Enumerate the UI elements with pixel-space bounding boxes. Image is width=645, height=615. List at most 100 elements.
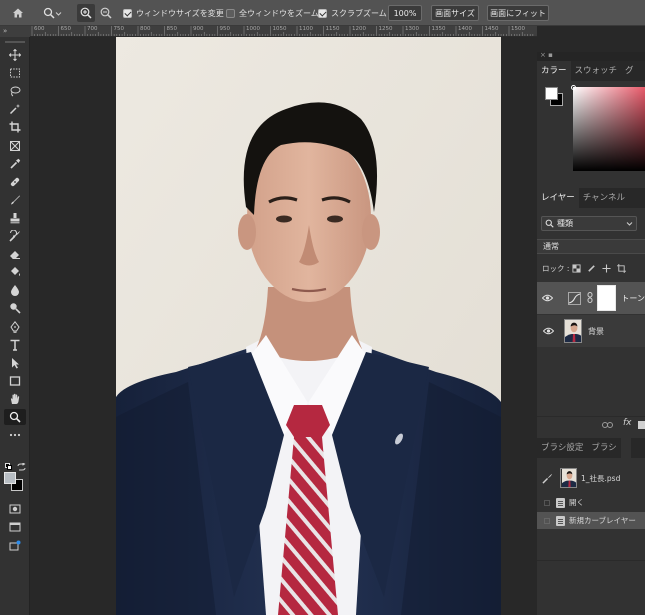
visibility-eye-icon[interactable] [542,294,554,302]
lock-pixels-icon[interactable] [587,264,596,273]
collapse-panels-icon[interactable]: × ▪ [540,51,553,59]
layer-thumbnail[interactable] [564,319,582,343]
tool-eyedropper[interactable] [4,156,26,172]
tool-path-select[interactable] [4,355,26,371]
checkbox[interactable] [318,9,327,18]
ruler-corner-collapse[interactable]: » [0,26,30,37]
tool-pen[interactable] [4,319,26,335]
tool-dodge[interactable] [4,300,26,316]
chevron-down-icon [55,11,61,16]
scrubby-zoom-checkbox[interactable]: スクラブズーム [318,8,387,19]
history-snapshot-row[interactable]: 1_社長.psd [537,464,645,492]
tab-gradients[interactable]: グ [621,61,638,81]
history-step-open[interactable]: 開く [537,494,645,511]
quick-mask-button[interactable] [4,501,26,517]
zoom-all-windows-label: 全ウィンドウをズーム [239,9,319,18]
share-button[interactable] [4,538,26,554]
layer-mask-thumbnail[interactable] [597,285,617,311]
blend-mode-dropdown[interactable]: 通常 [537,239,645,254]
chevron-down-icon [626,222,633,226]
blend-mode-label: 通常 [543,242,559,251]
tool-stamp[interactable] [4,210,26,226]
layers-footer: fx [537,416,645,432]
tool-lasso[interactable] [4,83,26,99]
foreground-color-swatch[interactable] [4,472,16,484]
tool-move[interactable] [4,47,26,63]
tool-hand[interactable] [4,391,26,407]
tool-history-brush[interactable] [4,228,26,244]
lock-transparent-icon[interactable] [572,263,581,273]
mask-link-icon[interactable] [587,291,593,305]
tool-type[interactable] [4,337,26,353]
tool-zoom[interactable] [4,409,26,425]
hand-icon [10,393,20,404]
filter-kind-label: 種類 [557,219,573,228]
checkbox[interactable] [226,9,235,18]
tool-rectangle[interactable] [4,373,26,389]
ruler-tick-label: 800 [140,26,151,32]
tool-marquee[interactable] [4,65,26,81]
layer-filter-kind-dropdown[interactable]: 種類 [541,216,637,231]
history-brush-icon [9,230,20,242]
history-source-checkbox[interactable] [544,499,550,506]
marquee-icon [10,68,20,78]
ruler-tick-label: 1050 [272,26,287,32]
tool-eraser[interactable] [4,246,26,262]
tool-brush[interactable] [4,192,26,208]
visibility-eye-icon[interactable] [542,327,554,335]
color-picker-cursor[interactable] [571,85,576,90]
tab-channels[interactable]: チャンネル [579,188,629,208]
resize-window-label: ウィンドウサイズを変更 [136,9,224,18]
fit-screen-button[interactable]: 画面サイズ [431,5,479,21]
layer-effects-icon[interactable]: fx [623,418,632,428]
lock-artboard-icon[interactable] [617,263,627,273]
zoom-in-button[interactable] [77,4,95,22]
tool-frame[interactable] [4,138,26,154]
screen-mode-button[interactable] [4,519,26,535]
canvas-area[interactable] [30,37,537,615]
tab-layers[interactable]: レイヤー [537,188,579,208]
color-picker-field[interactable] [573,87,645,171]
rectangle-icon [9,376,21,386]
ruler-tick-label: 1150 [325,26,340,32]
tab-history[interactable] [620,438,631,458]
tool-more[interactable] [4,427,26,443]
zoom-out-button[interactable] [97,4,115,22]
tab-brushes[interactable]: ブラシ [587,438,620,458]
default-colors-icon[interactable] [5,463,12,470]
fill-screen-button[interactable]: 画面にフィット [487,5,549,21]
lasso-icon [10,86,21,97]
add-mask-icon[interactable] [638,421,645,429]
swap-colors-icon[interactable] [17,462,26,471]
tab-swatches[interactable]: スウォッチ [571,61,622,81]
layer-row-background[interactable]: 背景 [537,315,645,347]
history-source-checkbox[interactable] [544,517,550,524]
tool-healing-brush[interactable] [4,174,26,190]
ruler-tick-label: 1350 [431,26,446,32]
home-icon[interactable] [9,4,27,22]
tool-crop[interactable] [4,119,26,135]
history-brush-source-icon[interactable] [542,473,553,484]
ruler-tick-label: 1500 [511,26,525,32]
resize-window-checkbox[interactable]: ウィンドウサイズを変更 [123,8,224,19]
tab-brush-settings[interactable]: ブラシ設定 [537,438,587,458]
lock-position-icon[interactable] [602,263,611,273]
history-step-new-curves[interactable]: 新規カーブレイヤー [537,512,645,529]
tool-paint-bucket[interactable] [4,264,26,280]
foreground-color-chip[interactable] [545,87,558,100]
layer-row-curves[interactable]: トーン [537,282,645,314]
checkbox[interactable] [123,9,132,18]
zoom-tool-preset-picker[interactable] [38,4,66,22]
panel-dock-header[interactable]: × ▪ [537,51,645,61]
link-layers-icon[interactable] [602,422,613,428]
tab-color[interactable]: カラー [537,61,571,81]
layers-list-empty-area[interactable] [537,348,645,416]
tool-magic-wand[interactable] [4,101,26,117]
tool-blur[interactable] [4,282,26,298]
document-canvas[interactable] [116,37,501,615]
layers-panel-tabs: レイヤー チャンネル [537,188,645,208]
zoom-all-windows-checkbox[interactable]: 全ウィンドウをズーム [226,8,319,19]
history-empty-area[interactable] [537,532,645,560]
toolbar-grip[interactable] [5,41,25,43]
zoom-level-display[interactable]: 100% [388,5,422,21]
